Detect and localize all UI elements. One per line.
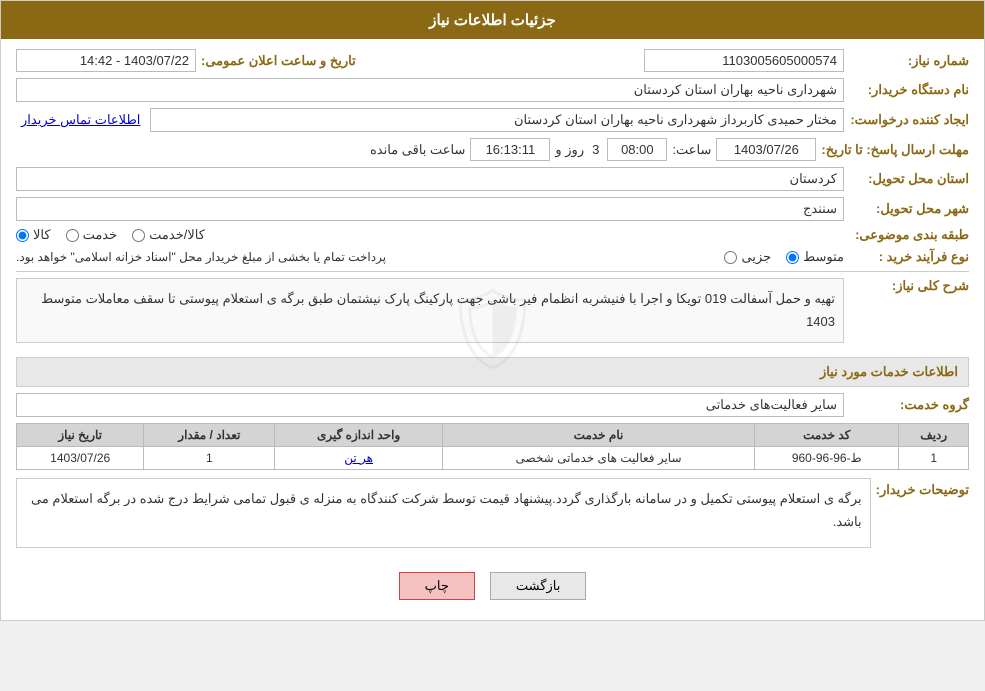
need-number-row: شماره نیاز: 1103005605000574 تاریخ و ساع… <box>16 49 969 72</box>
category-khadamat-label: خدمت <box>83 227 118 243</box>
description-value: تهیه و حمل آسفالت 019 تویکا و اجرا با فن… <box>16 278 844 343</box>
send-date-label: مهلت ارسال پاسخ: تا تاریخ: <box>821 142 969 158</box>
service-group-row: گروه خدمت: سایر فعالیت‌های خدماتی <box>16 393 969 417</box>
table-header: ردیف کد خدمت نام خدمت واحد اندازه گیری ت… <box>17 423 969 446</box>
remaining-label: ساعت باقی مانده <box>370 142 465 158</box>
creator-row: ایجاد کننده درخواست: مختار حمیدی کاربردا… <box>16 108 969 132</box>
process-note: پرداخت تمام یا بخشی از مبلغ خریدار محل "… <box>16 250 386 264</box>
services-table: ردیف کد خدمت نام خدمت واحد اندازه گیری ت… <box>16 423 969 470</box>
city-value: سنندج <box>16 197 844 221</box>
creator-value: مختار حمیدی کاربرداز شهرداری ناحیه بهارا… <box>150 108 844 132</box>
page-header: جزئیات اطلاعات نیاز <box>1 1 984 39</box>
date-value: 1403/07/26 <box>716 138 816 161</box>
col-unit: واحد اندازه گیری <box>275 423 443 446</box>
services-table-container: ردیف کد خدمت نام خدمت واحد اندازه گیری ت… <box>16 423 969 470</box>
cell-quantity: 1 <box>144 446 275 469</box>
creator-label: ایجاد کننده درخواست: <box>849 112 969 128</box>
col-date: تاریخ نیاز <box>17 423 144 446</box>
category-radio-group: کالا/خدمت خدمت کالا <box>16 227 844 243</box>
time-label: ساعت: <box>672 142 711 158</box>
category-label: طبقه بندی موضوعی: <box>849 227 969 243</box>
process-jozi-radio[interactable] <box>724 251 737 264</box>
cell-date: 1403/07/26 <box>17 446 144 469</box>
process-radio-group: متوسط جزیی <box>396 249 844 265</box>
buyer-org-row: نام دستگاه خریدار: شهرداری ناحیه بهاران … <box>16 78 969 102</box>
description-label: شرح کلی نیاز: <box>849 278 969 294</box>
buyer-org-label: نام دستگاه خریدار: <box>849 82 969 98</box>
process-motavasset-label: متوسط <box>803 249 844 265</box>
cell-row-num: 1 <box>899 446 969 469</box>
process-row: نوع فرآیند خرید : متوسط جزیی پرداخت تمام… <box>16 249 969 265</box>
process-label: نوع فرآیند خرید : <box>849 249 969 265</box>
buyer-notes-row: توضیحات خریدار: برگه ی استعلام پیوستی تک… <box>16 478 969 556</box>
category-kala-khadamat-label: کالا/خدمت <box>149 227 205 243</box>
services-section-title: اطلاعات خدمات مورد نیاز <box>16 357 969 387</box>
buyer-org-value: شهرداری ناحیه بهاران استان کردستان <box>16 78 844 102</box>
need-number-label: شماره نیاز: <box>849 53 969 69</box>
table-row: 1 ط-96-96-960 سایر فعالیت های خدماتی شخص… <box>17 446 969 469</box>
days-value: 3 <box>589 142 602 157</box>
col-row-num: ردیف <box>899 423 969 446</box>
description-row: شرح کلی نیاز: تهیه و حمل آسفالت 019 تویک… <box>16 278 969 351</box>
col-service-code: کد خدمت <box>755 423 899 446</box>
category-option-kala: کالا <box>16 227 51 243</box>
time-value: 08:00 <box>607 138 667 161</box>
province-value: کردستان <box>16 167 844 191</box>
cell-service-name: سایر فعالیت های خدماتی شخصی <box>443 446 755 469</box>
service-group-label: گروه خدمت: <box>849 397 969 413</box>
buttons-row: بازگشت چاپ <box>16 562 969 610</box>
process-jozi-label: جزیی <box>741 249 771 265</box>
announce-date-value: 1403/07/22 - 14:42 <box>16 49 196 72</box>
cell-unit[interactable]: هر تن <box>275 446 443 469</box>
category-kala-khadamat-radio[interactable] <box>132 229 145 242</box>
process-option-motavassset: متوسط <box>786 249 844 265</box>
category-option-kala-khadamat: کالا/خدمت <box>132 227 205 243</box>
table-body: 1 ط-96-96-960 سایر فعالیت های خدماتی شخص… <box>17 446 969 469</box>
col-service-name: نام خدمت <box>443 423 755 446</box>
service-group-value: سایر فعالیت‌های خدماتی <box>16 393 844 417</box>
buyer-notes-label: توضیحات خریدار: <box>876 478 969 498</box>
print-button[interactable]: چاپ <box>399 572 475 600</box>
process-option-jozi: جزیی <box>724 249 771 265</box>
category-kala-label: کالا <box>33 227 51 243</box>
city-label: شهر محل تحویل: <box>849 201 969 217</box>
announce-date-label: تاریخ و ساعت اعلان عمومی: <box>201 53 356 69</box>
process-motavasset-radio[interactable] <box>786 251 799 264</box>
category-khadamat-radio[interactable] <box>66 229 79 242</box>
category-row: طبقه بندی موضوعی: کالا/خدمت خدمت کالا <box>16 227 969 243</box>
send-date-row: مهلت ارسال پاسخ: تا تاریخ: 1403/07/26 سا… <box>16 138 969 161</box>
remaining-value: 16:13:11 <box>470 138 550 161</box>
contact-link[interactable]: اطلاعات تماس خریدار <box>16 112 145 128</box>
back-button[interactable]: بازگشت <box>490 572 586 600</box>
category-option-khadamat: خدمت <box>66 227 118 243</box>
city-row: شهر محل تحویل: سنندج <box>16 197 969 221</box>
province-label: استان محل تحویل: <box>849 171 969 187</box>
buyer-notes-value: برگه ی استعلام پیوستی تکمیل و در سامانه … <box>16 478 871 548</box>
need-number-value: 1103005605000574 <box>644 49 844 72</box>
divider-1 <box>16 271 969 272</box>
province-row: استان محل تحویل: کردستان <box>16 167 969 191</box>
col-quantity: تعداد / مقدار <box>144 423 275 446</box>
cell-service-code: ط-96-96-960 <box>755 446 899 469</box>
category-kala-radio[interactable] <box>16 229 29 242</box>
days-label: روز و <box>555 142 584 158</box>
page-title: جزئیات اطلاعات نیاز <box>429 12 556 29</box>
